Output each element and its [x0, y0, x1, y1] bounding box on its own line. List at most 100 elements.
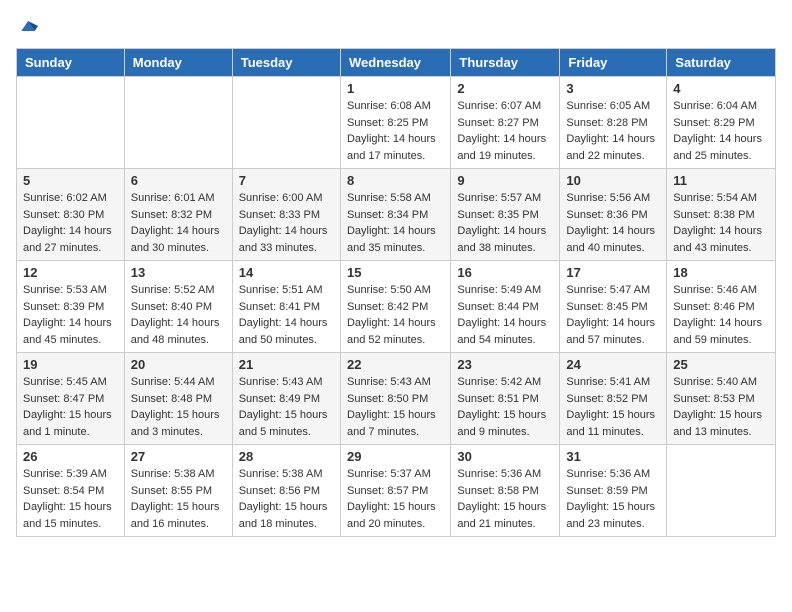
week-row-3: 12 Sunrise: 5:53 AMSunset: 8:39 PMDayligh…: [17, 261, 776, 353]
day-info: Sunrise: 5:36 AMSunset: 8:59 PMDaylight:…: [566, 466, 660, 532]
day-info: Sunrise: 5:41 AMSunset: 8:52 PMDaylight:…: [566, 374, 660, 440]
day-number: 15: [347, 265, 444, 280]
calendar-cell: 15 Sunrise: 5:50 AMSunset: 8:42 PMDayligh…: [340, 261, 450, 353]
day-info: Sunrise: 5:54 AMSunset: 8:38 PMDaylight:…: [673, 190, 769, 256]
logo-icon: [18, 16, 38, 36]
calendar-cell: 19 Sunrise: 5:45 AMSunset: 8:47 PMDayligh…: [17, 353, 125, 445]
day-info: Sunrise: 6:08 AMSunset: 8:25 PMDaylight:…: [347, 98, 444, 164]
calendar-cell: 2 Sunrise: 6:07 AMSunset: 8:27 PMDaylight…: [451, 77, 560, 169]
day-info: Sunrise: 5:38 AMSunset: 8:56 PMDaylight:…: [239, 466, 334, 532]
day-info: Sunrise: 5:56 AMSunset: 8:36 PMDaylight:…: [566, 190, 660, 256]
week-row-1: 1Sunrise: 6:08 AMSunset: 8:25 PMDaylight…: [17, 77, 776, 169]
calendar-cell: 26 Sunrise: 5:39 AMSunset: 8:54 PMDayligh…: [17, 445, 125, 537]
calendar-cell: 13 Sunrise: 5:52 AMSunset: 8:40 PMDayligh…: [124, 261, 232, 353]
weekday-header-sunday: Sunday: [17, 49, 125, 77]
day-number: 31: [566, 449, 660, 464]
day-info: Sunrise: 5:44 AMSunset: 8:48 PMDaylight:…: [131, 374, 226, 440]
day-number: 12: [23, 265, 118, 280]
day-number: 26: [23, 449, 118, 464]
day-number: 23: [457, 357, 553, 372]
day-number: 4: [673, 81, 769, 96]
day-info: Sunrise: 5:42 AMSunset: 8:51 PMDaylight:…: [457, 374, 553, 440]
calendar-cell: 10 Sunrise: 5:56 AMSunset: 8:36 PMDayligh…: [560, 169, 667, 261]
calendar-cell: [17, 77, 125, 169]
calendar-cell: 24 Sunrise: 5:41 AMSunset: 8:52 PMDayligh…: [560, 353, 667, 445]
calendar-cell: 25 Sunrise: 5:40 AMSunset: 8:53 PMDayligh…: [667, 353, 776, 445]
calendar-cell: 20Sunrise: 5:44 AMSunset: 8:48 PMDayligh…: [124, 353, 232, 445]
week-row-5: 26 Sunrise: 5:39 AMSunset: 8:54 PMDayligh…: [17, 445, 776, 537]
weekday-header-saturday: Saturday: [667, 49, 776, 77]
day-number: 2: [457, 81, 553, 96]
weekday-header-thursday: Thursday: [451, 49, 560, 77]
day-info: Sunrise: 5:38 AMSunset: 8:55 PMDaylight:…: [131, 466, 226, 532]
day-info: Sunrise: 5:39 AMSunset: 8:54 PMDaylight:…: [23, 466, 118, 532]
calendar-cell: 1Sunrise: 6:08 AMSunset: 8:25 PMDaylight…: [340, 77, 450, 169]
day-info: Sunrise: 6:00 AMSunset: 8:33 PMDaylight:…: [239, 190, 334, 256]
calendar-cell: 18Sunrise: 5:46 AMSunset: 8:46 PMDayligh…: [667, 261, 776, 353]
day-info: Sunrise: 5:50 AMSunset: 8:42 PMDaylight:…: [347, 282, 444, 348]
day-number: 13: [131, 265, 226, 280]
day-number: 25: [673, 357, 769, 372]
day-info: Sunrise: 5:43 AMSunset: 8:50 PMDaylight:…: [347, 374, 444, 440]
day-number: 24: [566, 357, 660, 372]
weekday-header-wednesday: Wednesday: [340, 49, 450, 77]
day-info: Sunrise: 5:36 AMSunset: 8:58 PMDaylight:…: [457, 466, 553, 532]
calendar-cell: 21Sunrise: 5:43 AMSunset: 8:49 PMDayligh…: [232, 353, 340, 445]
calendar-cell: 9Sunrise: 5:57 AMSunset: 8:35 PMDaylight…: [451, 169, 560, 261]
day-number: 10: [566, 173, 660, 188]
calendar-cell: 8Sunrise: 5:58 AMSunset: 8:34 PMDaylight…: [340, 169, 450, 261]
calendar-cell: 16 Sunrise: 5:49 AMSunset: 8:44 PMDayligh…: [451, 261, 560, 353]
day-info: Sunrise: 5:40 AMSunset: 8:53 PMDaylight:…: [673, 374, 769, 440]
calendar-cell: 23 Sunrise: 5:42 AMSunset: 8:51 PMDayligh…: [451, 353, 560, 445]
calendar-cell: 3 Sunrise: 6:05 AMSunset: 8:28 PMDaylight…: [560, 77, 667, 169]
day-info: Sunrise: 6:02 AMSunset: 8:30 PMDaylight:…: [23, 190, 118, 256]
calendar-cell: [232, 77, 340, 169]
day-info: Sunrise: 5:52 AMSunset: 8:40 PMDaylight:…: [131, 282, 226, 348]
day-number: 28: [239, 449, 334, 464]
week-row-4: 19 Sunrise: 5:45 AMSunset: 8:47 PMDayligh…: [17, 353, 776, 445]
calendar-cell: [124, 77, 232, 169]
day-info: Sunrise: 5:43 AMSunset: 8:49 PMDaylight:…: [239, 374, 334, 440]
day-number: 22: [347, 357, 444, 372]
calendar-cell: 5 Sunrise: 6:02 AMSunset: 8:30 PMDaylight…: [17, 169, 125, 261]
weekday-header-tuesday: Tuesday: [232, 49, 340, 77]
day-info: Sunrise: 6:05 AMSunset: 8:28 PMDaylight:…: [566, 98, 660, 164]
day-number: 27: [131, 449, 226, 464]
day-info: Sunrise: 6:04 AMSunset: 8:29 PMDaylight:…: [673, 98, 769, 164]
day-info: Sunrise: 5:47 AMSunset: 8:45 PMDaylight:…: [566, 282, 660, 348]
calendar-cell: 12 Sunrise: 5:53 AMSunset: 8:39 PMDayligh…: [17, 261, 125, 353]
day-info: Sunrise: 5:45 AMSunset: 8:47 PMDaylight:…: [23, 374, 118, 440]
page-header: [16, 16, 776, 36]
day-number: 14: [239, 265, 334, 280]
day-info: Sunrise: 5:49 AMSunset: 8:44 PMDaylight:…: [457, 282, 553, 348]
day-info: Sunrise: 5:58 AMSunset: 8:34 PMDaylight:…: [347, 190, 444, 256]
calendar-cell: 6 Sunrise: 6:01 AMSunset: 8:32 PMDaylight…: [124, 169, 232, 261]
calendar-cell: 7 Sunrise: 6:00 AMSunset: 8:33 PMDaylight…: [232, 169, 340, 261]
day-info: Sunrise: 5:37 AMSunset: 8:57 PMDaylight:…: [347, 466, 444, 532]
day-info: Sunrise: 6:01 AMSunset: 8:32 PMDaylight:…: [131, 190, 226, 256]
calendar-table: SundayMondayTuesdayWednesdayThursdayFrid…: [16, 48, 776, 537]
day-number: 5: [23, 173, 118, 188]
week-row-2: 5 Sunrise: 6:02 AMSunset: 8:30 PMDaylight…: [17, 169, 776, 261]
day-number: 29: [347, 449, 444, 464]
day-number: 17: [566, 265, 660, 280]
day-number: 3: [566, 81, 660, 96]
day-number: 6: [131, 173, 226, 188]
calendar-cell: 4 Sunrise: 6:04 AMSunset: 8:29 PMDaylight…: [667, 77, 776, 169]
calendar-cell: 30Sunrise: 5:36 AMSunset: 8:58 PMDayligh…: [451, 445, 560, 537]
weekday-header-friday: Friday: [560, 49, 667, 77]
day-number: 11: [673, 173, 769, 188]
calendar-cell: 17 Sunrise: 5:47 AMSunset: 8:45 PMDayligh…: [560, 261, 667, 353]
calendar-cell: [667, 445, 776, 537]
day-number: 7: [239, 173, 334, 188]
day-number: 9: [457, 173, 553, 188]
day-info: Sunrise: 5:46 AMSunset: 8:46 PMDaylight:…: [673, 282, 769, 348]
logo: [16, 16, 38, 36]
calendar-cell: 22 Sunrise: 5:43 AMSunset: 8:50 PMDayligh…: [340, 353, 450, 445]
calendar-cell: 29 Sunrise: 5:37 AMSunset: 8:57 PMDayligh…: [340, 445, 450, 537]
calendar-cell: 27 Sunrise: 5:38 AMSunset: 8:55 PMDayligh…: [124, 445, 232, 537]
day-info: Sunrise: 5:53 AMSunset: 8:39 PMDaylight:…: [23, 282, 118, 348]
day-info: Sunrise: 6:07 AMSunset: 8:27 PMDaylight:…: [457, 98, 553, 164]
day-number: 19: [23, 357, 118, 372]
day-number: 16: [457, 265, 553, 280]
